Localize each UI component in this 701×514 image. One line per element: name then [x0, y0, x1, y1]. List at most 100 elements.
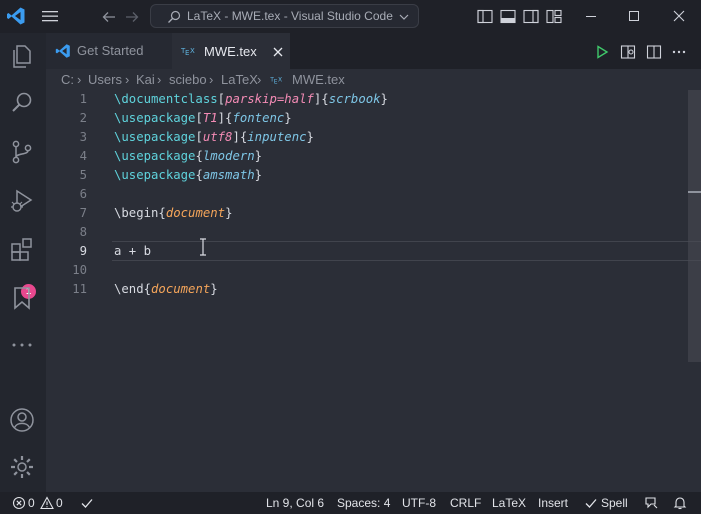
- spell-check[interactable]: Spell: [601, 496, 628, 510]
- chevron-down-icon[interactable]: [398, 11, 410, 23]
- code-editor[interactable]: 1 \documentclass[parskip=half]{scrbook} 2 \…: [46, 90, 701, 492]
- code-line: 4 \usepackage{lmodern}: [46, 147, 701, 166]
- check-icon[interactable]: [80, 496, 94, 510]
- code-token: [: [195, 130, 203, 144]
- code-line: 10: [46, 261, 701, 280]
- search-icon: [168, 10, 181, 23]
- bell-icon[interactable]: [673, 496, 687, 510]
- line-number: 6: [79, 187, 87, 201]
- code-token: }: [254, 168, 263, 182]
- close-window-icon[interactable]: [671, 8, 687, 24]
- error-icon[interactable]: [12, 496, 26, 510]
- chevron-right-icon: ›: [157, 72, 162, 87]
- code-token: \documentclass: [114, 92, 218, 106]
- line-number: 11: [72, 282, 87, 296]
- breadcrumb-item[interactable]: LaTeX: [221, 72, 258, 87]
- code-token: fontenc: [232, 111, 285, 125]
- code-token: }: [306, 130, 314, 144]
- vscode-tab-icon: [55, 44, 70, 58]
- toggle-panel-icon[interactable]: [500, 9, 516, 24]
- code-line: 1 \documentclass[parskip=half]{scrbook}: [46, 90, 701, 109]
- breadcrumb-item[interactable]: Users: [88, 72, 122, 87]
- cursor-position[interactable]: Ln 9, Col 6: [266, 496, 324, 510]
- vertical-scrollbar[interactable]: [688, 90, 701, 492]
- code-token: \usepackage: [114, 168, 196, 182]
- tex-file-icon: T E X: [270, 77, 282, 86]
- split-editor-icon[interactable]: [646, 44, 662, 60]
- warning-icon[interactable]: [40, 496, 54, 510]
- line-code: a + b: [114, 242, 151, 261]
- more-actions-icon[interactable]: [671, 44, 687, 60]
- window-title: LaTeX - MWE.tex - Visual Studio Code: [187, 9, 393, 23]
- code-token: [: [217, 92, 226, 106]
- code-token: }: [225, 206, 233, 220]
- breadcrumb-item[interactable]: sciebo: [169, 72, 207, 87]
- bookmarks-icon[interactable]: [8, 284, 36, 312]
- tab-mwe-tex[interactable]: T E X MWE.tex: [172, 33, 290, 69]
- editor-mode[interactable]: Insert: [538, 496, 568, 510]
- breadcrumb-item[interactable]: Kai: [136, 72, 155, 87]
- manage-gear-icon[interactable]: [8, 453, 36, 481]
- line-number: 3: [79, 130, 87, 144]
- code-token: parskip=half: [225, 92, 314, 106]
- status-bar: 0 0 Ln 9, Col 6 Spaces: 4 UTF-8 CRLF LaT…: [0, 492, 701, 514]
- code-line: 7 \begin{document}: [46, 204, 701, 223]
- code-line: 5 \usepackage{amsmath}: [46, 166, 701, 185]
- toggle-primary-sidebar-icon[interactable]: [477, 9, 493, 24]
- command-center-search[interactable]: LaTeX - MWE.tex - Visual Studio Code: [150, 4, 419, 28]
- line-code: \usepackage[T1]{fontenc}: [114, 109, 292, 128]
- code-line: 8: [46, 223, 701, 242]
- open-preview-icon[interactable]: [620, 44, 636, 60]
- arrow-forward-icon[interactable]: [123, 8, 141, 26]
- code-token: lmodern: [202, 149, 255, 163]
- line-number: 8: [79, 225, 87, 239]
- breadcrumb-item[interactable]: MWE.tex: [292, 72, 345, 87]
- minimize-icon[interactable]: [583, 8, 599, 24]
- run-debug-icon[interactable]: [8, 187, 36, 215]
- code-token: }: [254, 149, 263, 163]
- search-icon[interactable]: [8, 89, 36, 117]
- chevron-right-icon: ›: [209, 72, 214, 87]
- feedback-icon[interactable]: [644, 496, 658, 510]
- code-token: T1: [202, 111, 218, 125]
- end-of-line[interactable]: CRLF: [450, 496, 481, 510]
- title-bar: LaTeX - MWE.tex - Visual Studio Code: [0, 0, 701, 33]
- hamburger-menu-icon[interactable]: [40, 8, 60, 24]
- more-icon[interactable]: [8, 331, 36, 359]
- run-icon[interactable]: [594, 44, 610, 60]
- warning-count[interactable]: 0: [56, 496, 63, 510]
- code-token: document: [151, 282, 211, 296]
- accounts-icon[interactable]: [8, 406, 36, 434]
- toggle-secondary-sidebar-icon[interactable]: [523, 9, 539, 24]
- code-token: utf8: [202, 130, 233, 144]
- scrollbar-thumb[interactable]: [688, 90, 701, 362]
- tab-label: MWE.tex: [204, 44, 257, 59]
- code-token: amsmath: [202, 168, 255, 182]
- code-token: {: [195, 168, 203, 182]
- error-count[interactable]: 0: [28, 496, 35, 510]
- arrow-back-icon[interactable]: [100, 8, 118, 26]
- language-mode[interactable]: LaTeX: [492, 496, 526, 510]
- code-token: a + b: [114, 244, 152, 258]
- code-token: inputenc: [247, 130, 307, 144]
- indentation[interactable]: Spaces: 4: [337, 496, 390, 510]
- tab-get-started[interactable]: Get Started: [46, 33, 172, 69]
- chevron-right-icon: ›: [125, 72, 130, 87]
- text-cursor-icon: [200, 238, 206, 256]
- breadcrumb-item[interactable]: C:: [61, 72, 74, 87]
- line-number: 7: [79, 206, 87, 220]
- check-icon: [585, 499, 597, 508]
- maximize-icon[interactable]: [626, 8, 642, 24]
- file-encoding[interactable]: UTF-8: [402, 496, 436, 510]
- code-token: scrbook: [328, 92, 381, 106]
- svg-text:X: X: [190, 47, 195, 55]
- code-line: 11 \end{document}: [46, 280, 701, 299]
- code-token: \usepackage: [114, 149, 196, 163]
- explorer-icon[interactable]: [8, 42, 36, 70]
- source-control-icon[interactable]: [8, 138, 36, 166]
- extensions-icon[interactable]: [8, 236, 36, 264]
- customize-layout-icon[interactable]: [546, 9, 562, 24]
- close-icon[interactable]: [272, 46, 284, 58]
- code-token: \end{: [114, 282, 152, 296]
- line-code: \usepackage[utf8]{inputenc}: [114, 128, 314, 147]
